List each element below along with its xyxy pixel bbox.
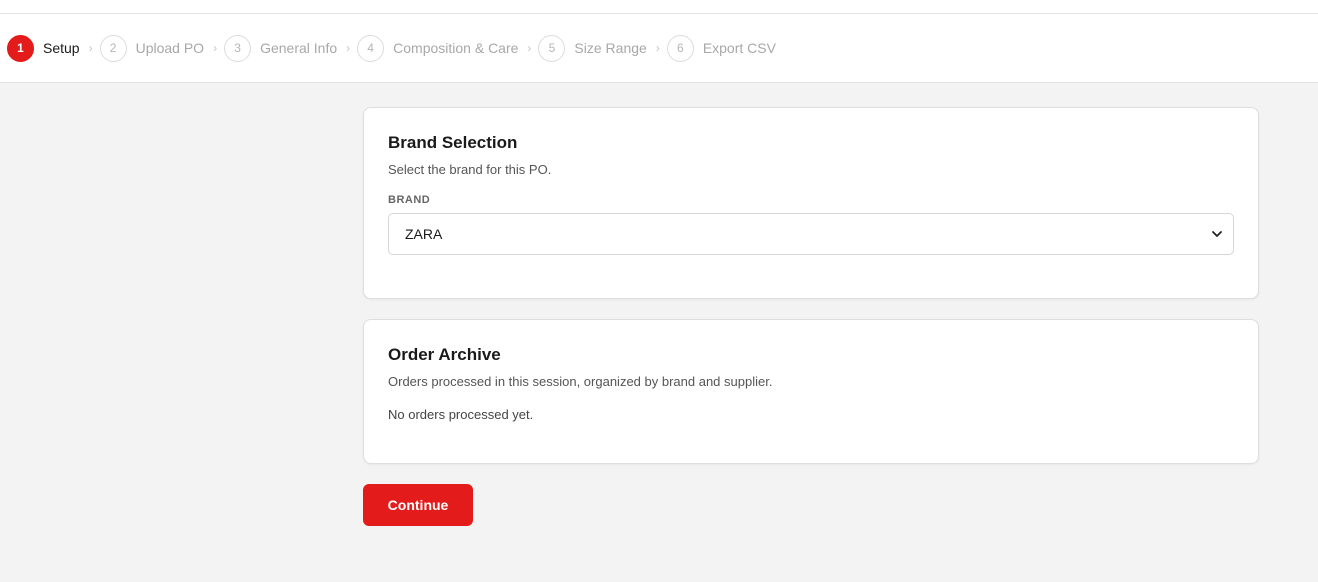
chevron-right-icon: ›: [213, 41, 218, 55]
step-number: 4: [357, 34, 385, 62]
continue-button[interactable]: Continue: [363, 484, 473, 526]
brand-selection-card: Brand Selection Select the brand for thi…: [363, 107, 1259, 299]
wizard-stepper: 1 Setup › 2 Upload PO › 3 General Info ›…: [0, 14, 1318, 83]
chevron-down-icon: [1212, 231, 1222, 237]
step-number: 2: [99, 34, 127, 62]
step-label: Upload PO: [135, 40, 205, 56]
step-number: 6: [666, 34, 694, 62]
step-setup[interactable]: 1 Setup: [7, 34, 80, 62]
order-archive-card: Order Archive Orders processed in this s…: [363, 319, 1259, 464]
brand-field-label: BRAND: [388, 194, 431, 206]
step-label: General Info: [260, 40, 338, 56]
brand-select[interactable]: ZARA: [388, 213, 1234, 255]
step-label: Composition & Care: [393, 40, 519, 56]
step-number: 5: [538, 34, 566, 62]
chevron-right-icon: ›: [527, 41, 532, 55]
step-size-range[interactable]: 5 Size Range: [538, 34, 647, 62]
step-number: 1: [7, 34, 34, 62]
top-bar: [0, 0, 1318, 14]
card-title: Brand Selection: [388, 133, 518, 152]
empty-state-text: No orders processed yet.: [388, 407, 534, 422]
step-general-info[interactable]: 3 General Info: [224, 34, 338, 62]
step-label: Export CSV: [702, 40, 776, 56]
chevron-right-icon: ›: [88, 41, 93, 55]
step-label: Setup: [43, 40, 80, 56]
step-label: Size Range: [574, 40, 647, 56]
step-export-csv[interactable]: 6 Export CSV: [666, 34, 776, 62]
step-number: 3: [224, 34, 252, 62]
chevron-right-icon: ›: [655, 41, 660, 55]
chevron-right-icon: ›: [346, 41, 351, 55]
card-title: Order Archive: [388, 345, 501, 364]
step-composition-care[interactable]: 4 Composition & Care: [357, 34, 519, 62]
card-description: Orders processed in this session, organi…: [388, 374, 773, 389]
card-description: Select the brand for this PO.: [388, 162, 552, 177]
brand-select-value: ZARA: [405, 226, 443, 242]
step-upload-po[interactable]: 2 Upload PO: [99, 34, 205, 62]
